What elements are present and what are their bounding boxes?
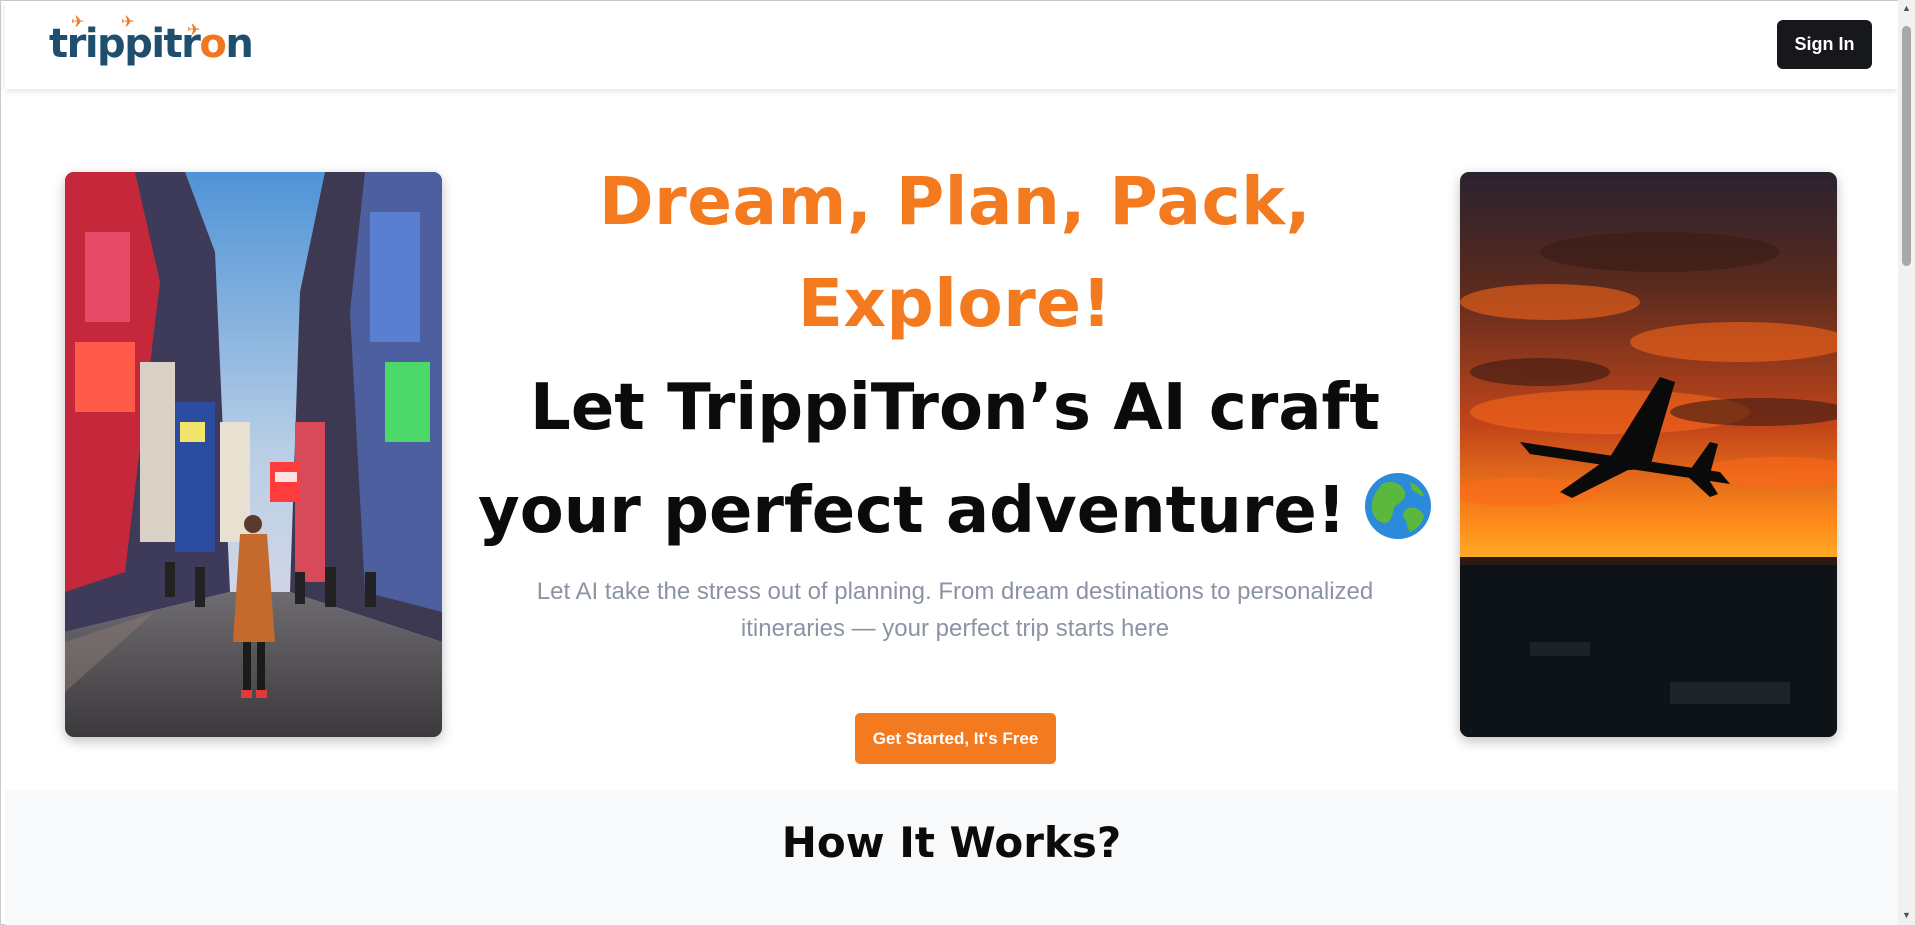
airplane-sunset-photo — [1460, 172, 1837, 737]
hero-subtext: Let AI take the stress out of planning. … — [536, 578, 1374, 642]
vertical-scrollbar[interactable]: ▲ ▼ — [1898, 0, 1915, 925]
how-it-works-section: How It Works? — [5, 790, 1898, 925]
sign-in-button[interactable]: Sign In — [1777, 20, 1872, 69]
how-it-works-title: How It Works? — [781, 818, 1122, 867]
scroll-down-arrow-icon[interactable]: ▼ — [1902, 911, 1911, 920]
city-street-photo — [65, 172, 442, 737]
logo-wordmark: trippitron — [49, 21, 254, 67]
trippitron-logo[interactable]: ✈ ✈ ✈ trippitron — [49, 15, 254, 73]
hero-tagline-line1: Let TrippiTron’s AI craft — [530, 371, 1380, 445]
scrollbar-thumb[interactable] — [1902, 26, 1911, 266]
globe-icon — [1364, 473, 1431, 539]
hero-tagline-line2: your perfect adventure! — [478, 474, 1346, 548]
hero-headline-line1: Dream, Plan, Pack, — [598, 163, 1312, 240]
get-started-button[interactable]: Get Started, It's Free — [855, 713, 1056, 764]
hero-tagline: Let TrippiTron’s AI craft your perfect a… — [475, 357, 1435, 563]
hero-headline: Dream, Plan, Pack, Explore! — [475, 151, 1435, 355]
hero-section: Dream, Plan, Pack, Explore! Let TrippiTr… — [5, 89, 1898, 790]
hero-headline-line2: Explore! — [797, 265, 1113, 342]
airplane-sunset-image — [1460, 172, 1837, 737]
scroll-up-arrow-icon[interactable]: ▲ — [1902, 4, 1911, 13]
city-street-image — [65, 172, 442, 737]
hero-tagline-line2-wrap: your perfect adventure! — [475, 460, 1435, 563]
top-navbar: ✈ ✈ ✈ trippitron Sign In — [5, 1, 1898, 89]
